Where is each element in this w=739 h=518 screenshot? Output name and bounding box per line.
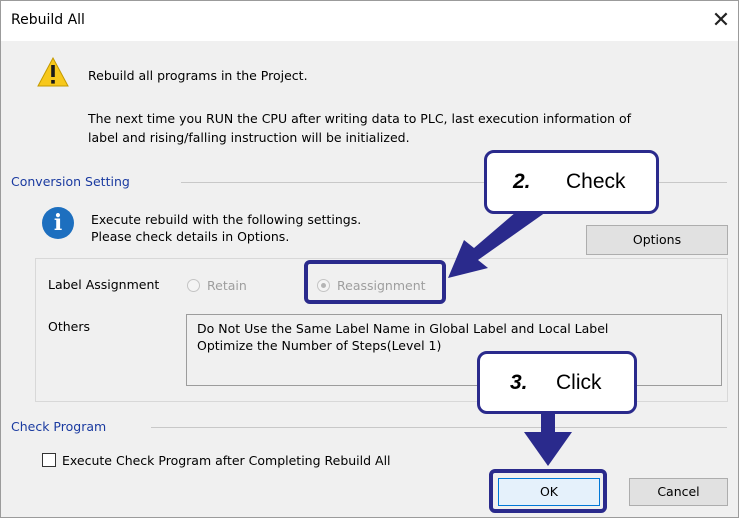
annotation-arrows	[448, 200, 572, 466]
step3-number: 3.	[510, 371, 528, 394]
step2-number: 2.	[513, 170, 531, 193]
step3-callout: 3. Click	[477, 351, 637, 414]
step3-text: Click	[556, 371, 602, 394]
step2-callout: 2. Check	[484, 150, 659, 214]
step3-arrow-head	[524, 432, 572, 466]
step2-text: Check	[566, 170, 626, 193]
